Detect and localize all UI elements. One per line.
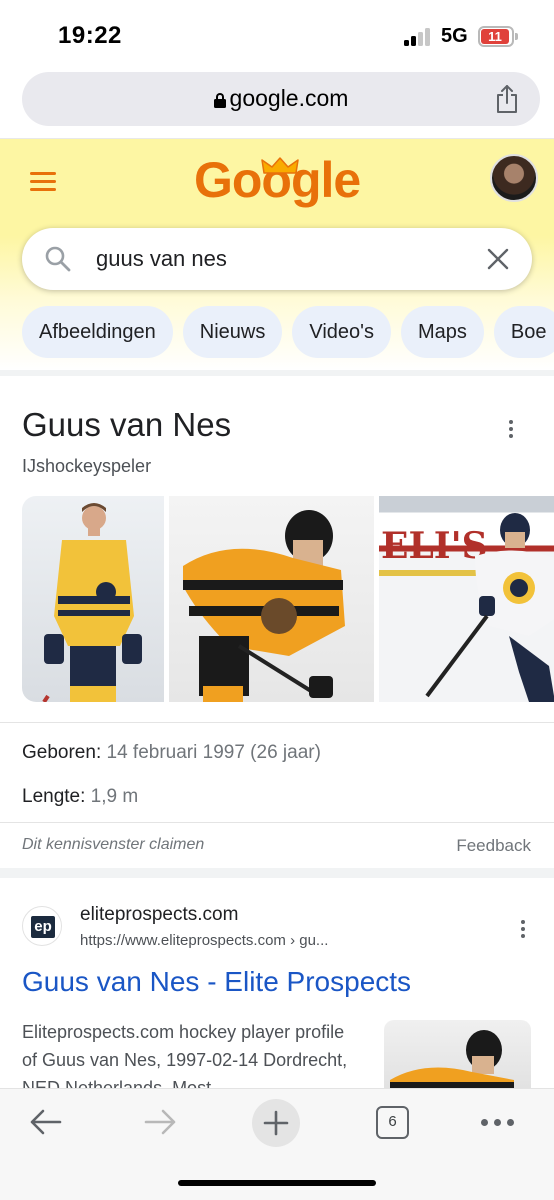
fact-length: Lengte: 1,9 m xyxy=(22,786,138,808)
status-bar: 19:22 5G 11 xyxy=(0,0,554,72)
separator xyxy=(0,822,554,823)
fact-length-label: Lengte: xyxy=(22,786,86,807)
more-menu-icon[interactable] xyxy=(481,1119,515,1127)
status-time: 19:22 xyxy=(58,22,122,49)
new-tab-button[interactable] xyxy=(252,1099,300,1147)
player-photo-1[interactable] xyxy=(22,496,164,702)
hamburger-menu-icon[interactable] xyxy=(30,172,56,192)
battery-level: 11 xyxy=(481,29,509,44)
knowledge-panel-title: Guus van Nes xyxy=(22,406,232,443)
crown-icon xyxy=(261,157,299,174)
plus-icon xyxy=(263,1110,289,1136)
feedback-link[interactable]: Feedback xyxy=(456,836,531,856)
chip-videos[interactable]: Video's xyxy=(292,306,391,358)
search-input[interactable]: guus van nes xyxy=(96,246,227,272)
network-type: 5G xyxy=(441,25,468,47)
fact-born-value: 14 februari 1997 (26 jaar) xyxy=(101,742,321,763)
lock-icon xyxy=(213,93,226,108)
forward-arrow-icon[interactable] xyxy=(144,1107,178,1137)
battery-icon: 11 xyxy=(478,26,518,47)
claim-panel-link[interactable]: Dit kennisvenster claimen xyxy=(22,836,204,854)
chip-maps[interactable]: Maps xyxy=(400,306,484,358)
result-site-name[interactable]: eliteprospects.com xyxy=(80,904,238,926)
separator xyxy=(0,722,554,723)
section-divider xyxy=(0,370,554,376)
more-options-icon[interactable] xyxy=(508,420,514,442)
share-icon[interactable] xyxy=(494,84,520,114)
player-photo-2[interactable] xyxy=(169,496,374,702)
result-url[interactable]: https://www.eliteprospects.com › gu... xyxy=(80,932,328,949)
chip-images[interactable]: Afbeeldingen xyxy=(22,306,173,358)
back-arrow-icon[interactable] xyxy=(28,1107,62,1137)
account-avatar[interactable] xyxy=(490,154,538,202)
address-url: google.com xyxy=(229,85,349,111)
player-photo-3[interactable]: ELI'S xyxy=(379,496,554,702)
fact-born-label: Geboren: xyxy=(22,742,102,763)
section-divider xyxy=(0,868,554,878)
search-icon xyxy=(45,246,71,272)
knowledge-panel-subtitle: IJshockeyspeler xyxy=(22,456,152,476)
address-text-wrap: google.com xyxy=(22,85,540,112)
result-snippet: Eliteprospects.com hockey player profile… xyxy=(22,1022,348,1088)
result-thumbnail[interactable] xyxy=(384,1020,531,1088)
signal-icon xyxy=(404,28,434,46)
more-options-icon[interactable] xyxy=(520,920,526,940)
svg-text:ELI'S: ELI'S xyxy=(381,525,488,567)
site-favicon: ep xyxy=(22,906,62,946)
result-title-link[interactable]: Guus van Nes - Elite Prospects xyxy=(22,966,411,998)
address-bar[interactable]: google.com xyxy=(22,72,540,126)
search-box[interactable]: guus van nes xyxy=(22,228,532,290)
fact-born: Geboren: 14 februari 1997 (26 jaar) xyxy=(22,742,321,764)
chip-news[interactable]: Nieuws xyxy=(182,306,283,358)
close-icon[interactable] xyxy=(486,247,510,271)
favicon-text: ep xyxy=(31,916,55,938)
home-indicator xyxy=(178,1180,376,1186)
fact-length-value: 1,9 m xyxy=(85,786,139,807)
tab-switcher-button[interactable]: 6 xyxy=(376,1106,409,1139)
search-filter-chips: Afbeeldingen Nieuws Video's Maps Boe xyxy=(22,306,554,360)
chip-books[interactable]: Boe xyxy=(493,306,554,358)
knowledge-panel-images: ELI'S xyxy=(22,496,554,702)
